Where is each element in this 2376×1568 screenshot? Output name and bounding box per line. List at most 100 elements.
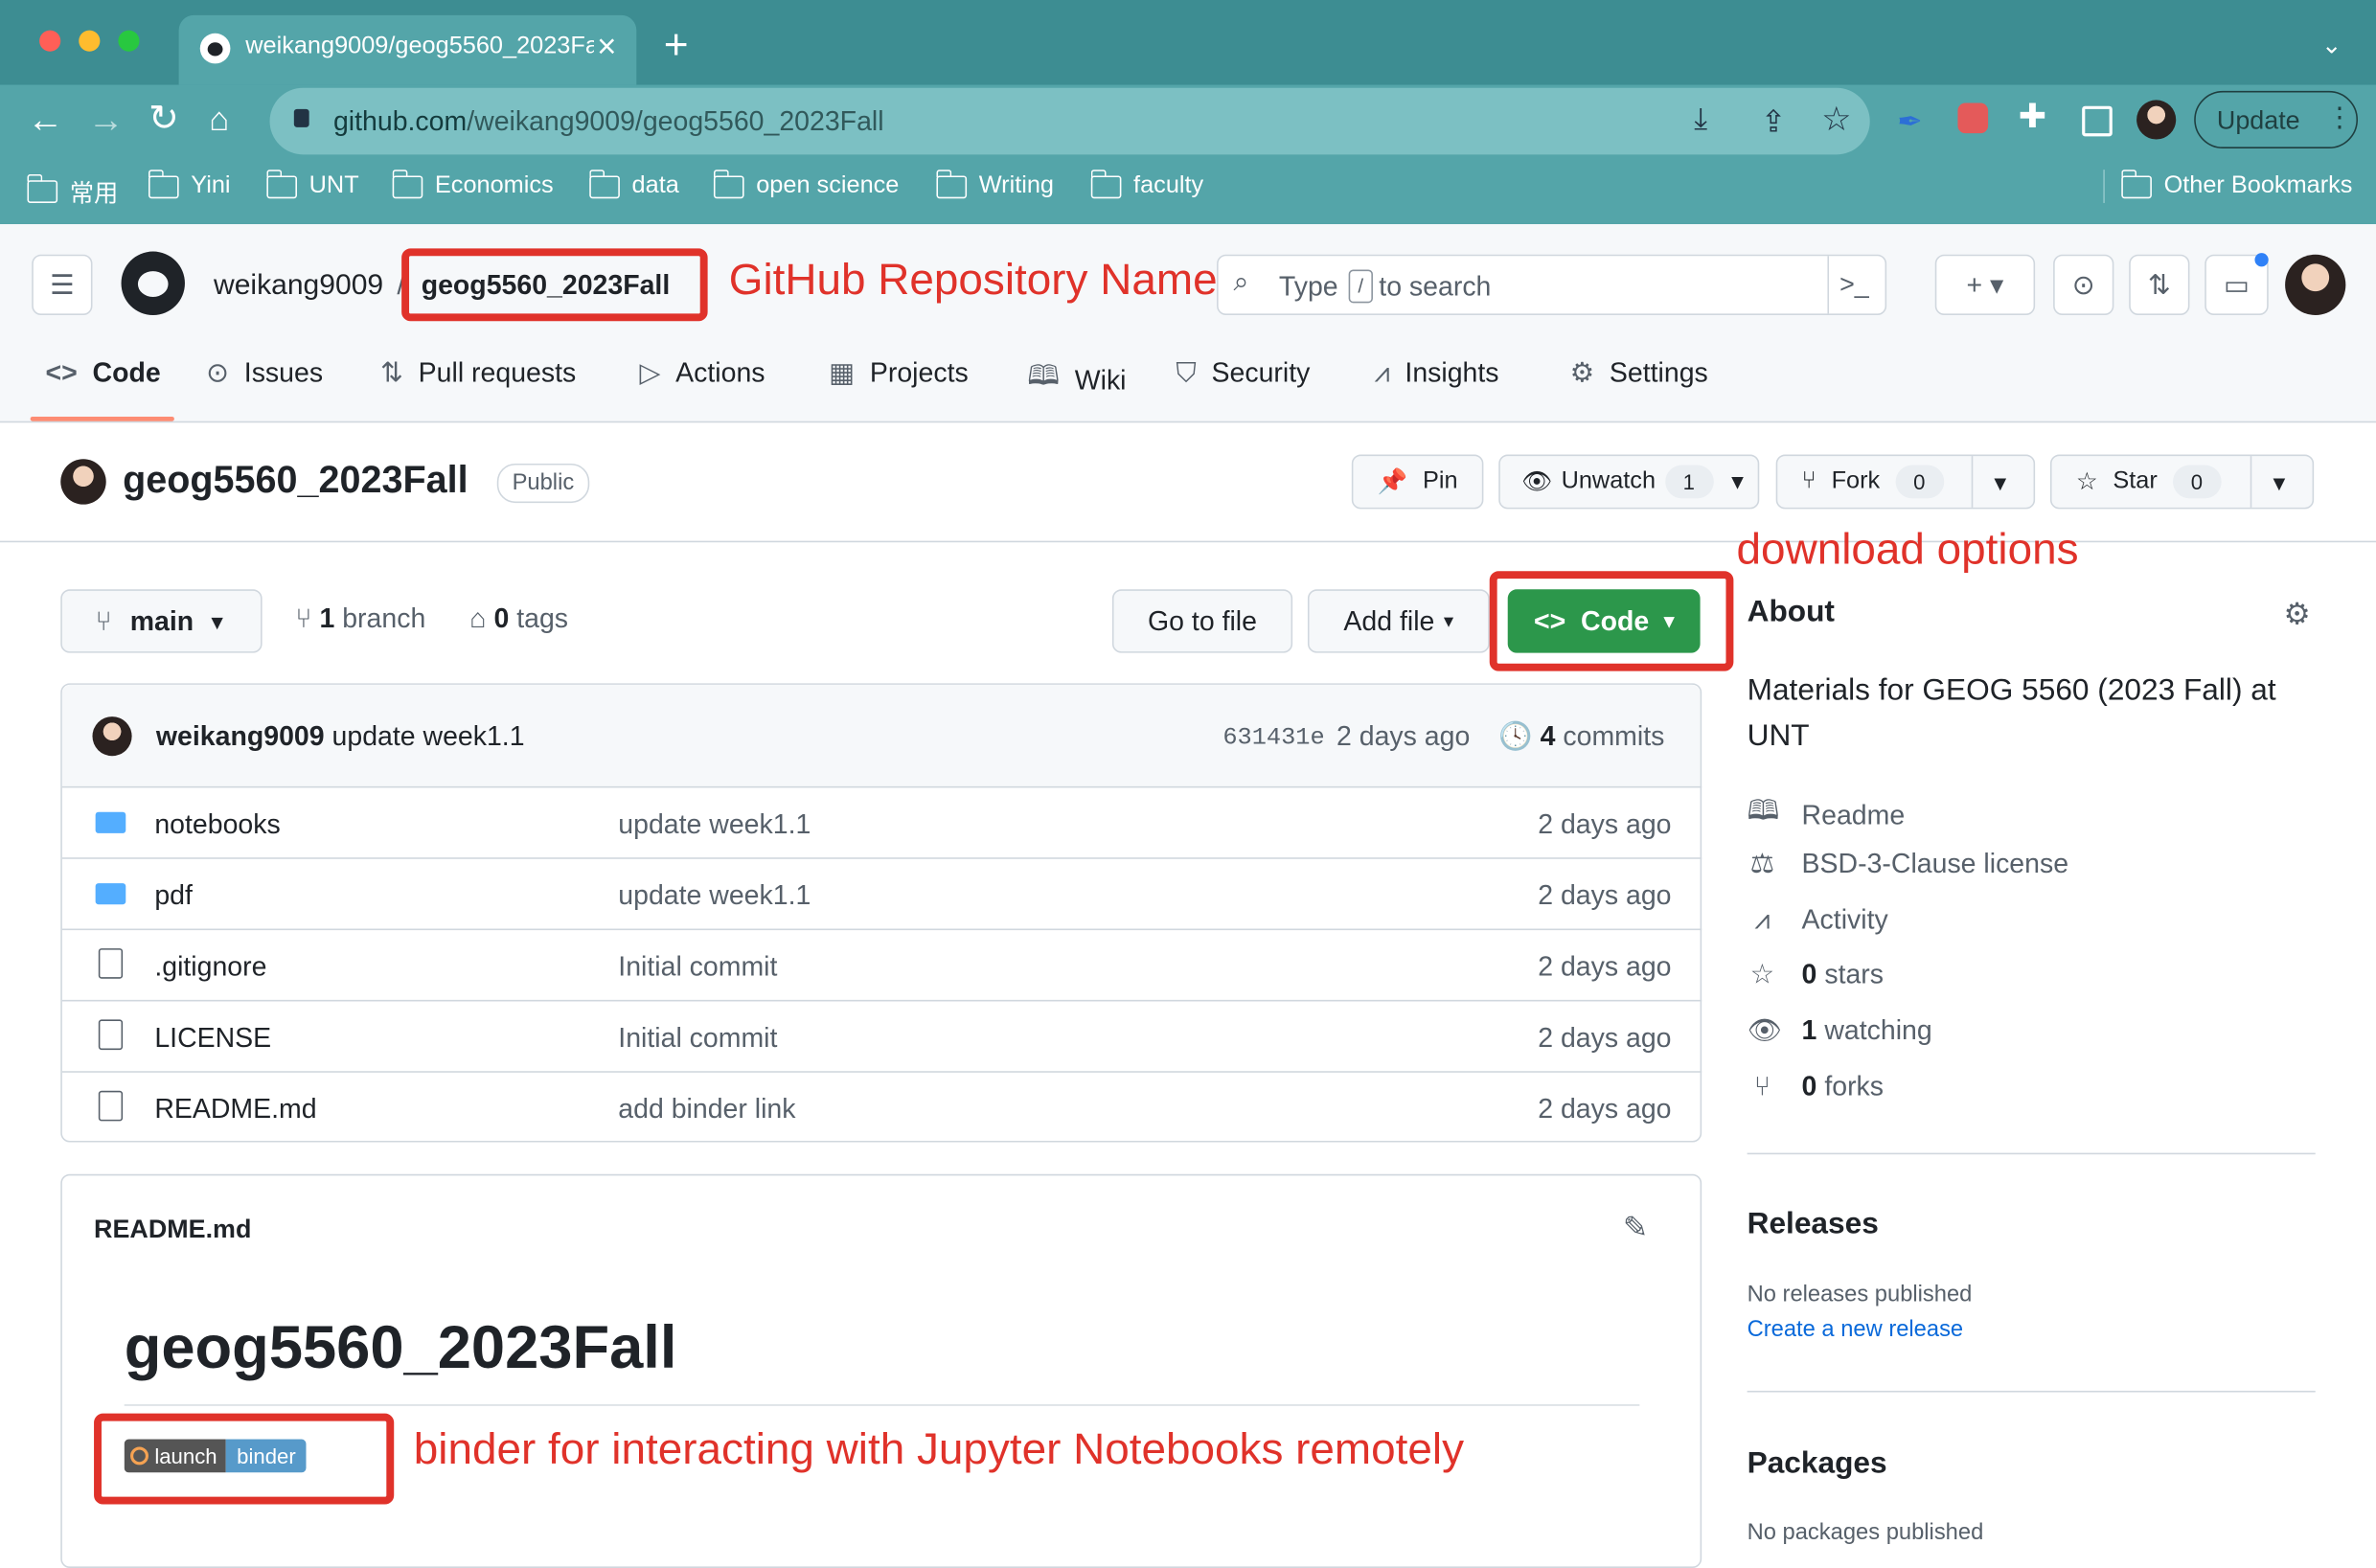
commits-link[interactable]: 🕓 4 commits [1498,721,1664,753]
packages-title[interactable]: Packages [1748,1446,1887,1481]
bookmark-folder[interactable]: 常用 [26,172,118,209]
forward-icon[interactable]: → [88,100,125,142]
side-panel-icon[interactable] [2082,105,2113,137]
extension-dice-icon[interactable] [1957,102,1989,134]
bookmark-folder[interactable]: Economics [391,169,554,199]
tab-actions[interactable]: ▷ Actions [639,357,765,389]
extensions-puzzle-icon[interactable]: ✚ [2019,97,2046,136]
home-icon[interactable]: ⌂ [209,100,229,139]
bookmark-folder[interactable]: Yini [148,169,231,199]
about-license-link[interactable]: ⚖ BSD-3-Clause license [1748,849,2068,880]
github-logo-icon[interactable] [121,251,185,315]
file-commit-message[interactable]: Initial commit [618,1023,777,1055]
address-bar[interactable]: github.com/weikang9009/geog5560_2023Fall… [269,87,1870,155]
about-activity-link[interactable]: ⩘ Activity [1748,904,1887,936]
file-row[interactable]: LICENSE Initial commit 2 days ago [61,999,1702,1073]
file-row[interactable]: notebooks update week1.1 2 days ago [61,785,1702,859]
fork-button[interactable]: ⑂ Fork 0 ▾ [1775,454,2036,510]
tags-link[interactable]: ⌂ 0 tags [469,602,568,634]
tab-close-icon[interactable]: × [597,27,616,66]
update-button[interactable]: Update ⋮ [2194,90,2359,148]
edit-pencil-icon[interactable]: ✎ [1623,1209,1649,1247]
browser-tab[interactable]: weikang9009/geog5560_2023Fall × [178,14,637,85]
install-app-icon[interactable]: ⤓ [1694,103,1707,138]
file-row[interactable]: README.md add binder link 2 days ago [61,1071,1702,1144]
pull-request-icon: ⇅ [379,357,403,388]
bookmark-folder[interactable]: open science [713,169,899,199]
file-icon [98,1090,124,1122]
minimize-window-button[interactable] [79,30,101,52]
readme-panel: README.md ✎ geog5560_2023Fall launch bin… [60,1173,1702,1568]
bookmark-folder[interactable]: Writing [935,169,1054,199]
file-commit-message[interactable]: update week1.1 [618,880,811,912]
pin-button[interactable]: 📌 Pin [1351,454,1484,510]
bookmark-star-icon[interactable]: ☆ [1821,100,1851,139]
commit-message[interactable]: update week1.1 [332,721,525,752]
file-name[interactable]: LICENSE [154,1023,271,1055]
share-icon[interactable]: ⇪ [1761,103,1787,142]
releases-title[interactable]: Releases [1748,1208,1879,1242]
about-watching-link[interactable]: 👁 1 watching [1748,1015,1932,1047]
unwatch-button[interactable]: 👁 Unwatch 1 ▾ [1498,454,1760,510]
file-row[interactable]: .gitignore Initial commit 2 days ago [61,928,1702,1002]
profile-avatar[interactable] [2136,100,2177,140]
tab-pull-requests[interactable]: ⇅ Pull requests [380,357,576,389]
file-row[interactable]: pdf update week1.1 2 days ago [61,857,1702,930]
pull-requests-icon[interactable]: ⇅ [2129,254,2190,315]
new-tab-button[interactable]: + [664,21,689,70]
bookmark-folder[interactable]: faculty [1089,169,1203,199]
other-bookmarks[interactable]: Other Bookmarks [2120,169,2352,199]
tab-code[interactable]: <> Code [45,357,160,389]
branch-selector[interactable]: ⑂ main ▾ [60,589,263,653]
close-window-button[interactable] [39,30,61,52]
about-readme-link[interactable]: 🕮 Readme [1748,792,1906,837]
reload-icon[interactable]: ↻ [148,97,179,141]
add-file-button[interactable]: Add file ▾ [1307,589,1490,653]
file-name[interactable]: README.md [154,1094,316,1125]
tab-security[interactable]: ⛉ Security [1176,357,1310,389]
tab-issues[interactable]: ⊙ Issues [206,357,323,389]
hamburger-menu-icon[interactable]: ☰ [32,254,93,315]
repo-owner-link[interactable]: weikang9009 [214,270,383,304]
sidebar-divider [1747,1390,2316,1393]
download-annotation: download options [1736,525,2079,575]
file-commit-message[interactable]: add binder link [618,1094,795,1125]
branches-link[interactable]: ⑂ 1 branch [295,602,425,634]
tab-insights[interactable]: ⩘ Insights [1375,357,1499,389]
file-name[interactable]: .gitignore [154,951,266,983]
about-forks-link[interactable]: ⑂ 0 forks [1748,1071,1884,1102]
back-icon[interactable]: ← [27,100,63,142]
folder-icon [95,811,126,833]
file-commit-message[interactable]: update week1.1 [618,809,811,841]
repo-title[interactable]: geog5560_2023Fall [123,459,468,503]
user-avatar[interactable] [2285,254,2346,315]
folder-icon [588,169,620,198]
file-name[interactable]: pdf [154,880,193,912]
go-to-file-button[interactable]: Go to file [1111,589,1293,653]
search-input[interactable]: ⌕ Type / to search >_ [1217,254,1887,315]
issues-icon[interactable]: ⊙ [2053,254,2114,315]
tab-wiki[interactable]: 🕮 Wiki [1027,357,1126,402]
commit-author[interactable]: weikang9009 [156,721,325,752]
star-button[interactable]: ☆ Star 0 ▾ [2049,454,2315,510]
about-stars-link[interactable]: ☆ 0 stars [1748,959,1884,990]
star-icon: ☆ [2075,469,2098,496]
file-commit-message[interactable]: Initial commit [618,951,777,983]
commit-time: 2 days ago [1336,720,1471,752]
extension-feather-icon[interactable]: ✒ [1897,103,1923,142]
create-new-button[interactable]: + ▾ [1934,254,2036,315]
about-settings-gear-icon[interactable]: ⚙ [2284,596,2311,634]
tab-search-chevron-icon[interactable]: ⌄ [2321,31,2342,61]
folder-icon [95,883,126,905]
commit-sha[interactable]: 631431e [1222,724,1324,751]
create-release-link[interactable]: Create a new release [1748,1316,1964,1342]
tab-settings[interactable]: ⚙ Settings [1570,357,1708,389]
bookmark-folder[interactable]: UNT [265,169,359,199]
zoom-window-button[interactable] [118,30,140,52]
file-name[interactable]: notebooks [154,809,280,841]
readme-filename[interactable]: README.md [94,1215,251,1245]
command-palette-icon[interactable]: >_ [1839,270,1869,301]
tab-projects[interactable]: ▦ Projects [829,357,969,389]
fork-icon: ⑂ [1801,467,1816,494]
bookmark-folder[interactable]: data [588,169,679,199]
